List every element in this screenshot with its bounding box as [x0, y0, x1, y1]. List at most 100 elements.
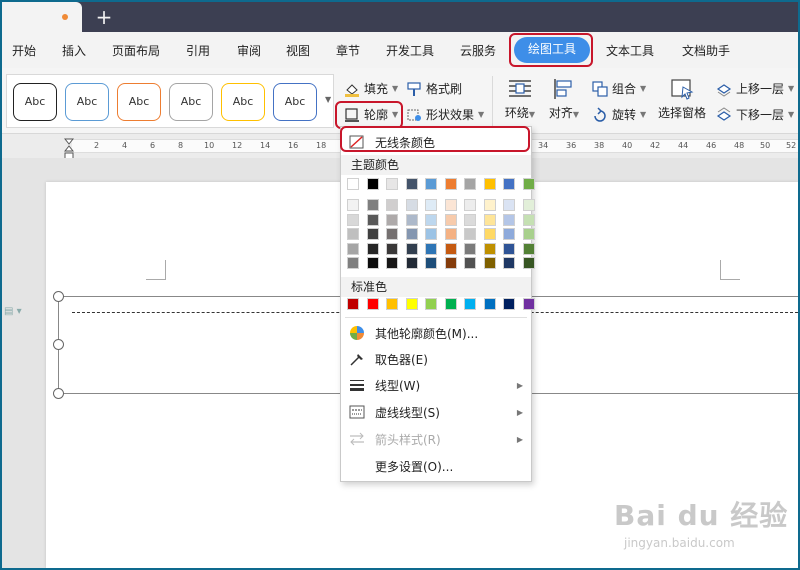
line-style-item[interactable]: 线型(W) ▶ — [341, 372, 531, 398]
theme-shade-swatch[interactable] — [347, 213, 359, 226]
theme-color-swatch[interactable] — [483, 178, 496, 190]
theme-shade-swatch[interactable] — [464, 228, 476, 240]
theme-shade-swatch[interactable] — [464, 242, 476, 255]
shape-style-5[interactable]: Abc — [221, 83, 265, 121]
theme-shade-swatch[interactable] — [347, 257, 359, 269]
standard-color-swatch[interactable] — [386, 298, 398, 310]
theme-shade-swatch[interactable] — [483, 257, 496, 269]
shape-style-2[interactable]: Abc — [65, 83, 109, 121]
theme-shade-swatch[interactable] — [483, 228, 496, 240]
resize-handle-bottom-left[interactable] — [53, 388, 64, 399]
theme-shade-swatch[interactable] — [425, 213, 437, 226]
theme-shade-swatch[interactable] — [444, 199, 457, 211]
menu-view[interactable]: 视图 — [286, 42, 310, 59]
send-backward-button[interactable]: 下移一层 ▼ — [716, 106, 794, 123]
theme-shade-swatch[interactable] — [347, 242, 359, 255]
theme-shade-swatch[interactable] — [347, 228, 359, 240]
theme-color-swatch[interactable] — [405, 178, 418, 190]
standard-color-swatch[interactable] — [366, 298, 379, 310]
theme-shade-swatch[interactable] — [425, 242, 437, 255]
wrap-button[interactable]: 环绕▼ — [500, 78, 540, 121]
theme-shade-swatch[interactable] — [522, 228, 535, 240]
theme-color-swatch[interactable] — [464, 178, 476, 190]
theme-shade-swatch[interactable] — [464, 213, 476, 226]
standard-color-swatch[interactable] — [464, 298, 476, 310]
more-outline-colors-item[interactable]: 其他轮廓颜色(M)... — [341, 320, 531, 346]
menu-text-tools[interactable]: 文本工具 — [606, 42, 654, 59]
theme-shade-swatch[interactable] — [464, 257, 476, 269]
menu-doc-assistant[interactable]: 文档助手 — [682, 42, 730, 59]
shape-effects-button[interactable]: 形状效果 ▼ — [406, 106, 484, 123]
standard-color-swatch[interactable] — [522, 298, 535, 310]
theme-shade-swatch[interactable] — [386, 257, 398, 269]
theme-shade-swatch[interactable] — [522, 199, 535, 211]
theme-color-swatch[interactable] — [347, 178, 359, 190]
standard-color-swatch[interactable] — [405, 298, 418, 310]
theme-shade-swatch[interactable] — [366, 213, 379, 226]
menu-references[interactable]: 引用 — [186, 42, 210, 59]
document-tab[interactable] — [2, 2, 82, 32]
theme-shade-swatch[interactable] — [347, 199, 359, 211]
theme-shade-swatch[interactable] — [483, 242, 496, 255]
theme-shade-swatch[interactable] — [405, 228, 418, 240]
theme-shade-swatch[interactable] — [444, 213, 457, 226]
theme-shade-swatch[interactable] — [425, 228, 437, 240]
theme-shade-swatch[interactable] — [503, 228, 515, 240]
resize-handle-middle-left[interactable] — [53, 339, 64, 350]
theme-color-swatch[interactable] — [386, 178, 398, 190]
theme-shade-swatch[interactable] — [503, 242, 515, 255]
theme-shade-swatch[interactable] — [366, 199, 379, 211]
standard-color-swatch[interactable] — [347, 298, 359, 310]
more-settings-item[interactable]: 更多设置(O)... — [341, 453, 531, 479]
theme-shade-swatch[interactable] — [386, 199, 398, 211]
theme-shade-swatch[interactable] — [386, 213, 398, 226]
theme-shade-swatch[interactable] — [503, 199, 515, 211]
theme-shade-swatch[interactable] — [503, 257, 515, 269]
theme-shade-swatch[interactable] — [405, 213, 418, 226]
standard-color-swatch[interactable] — [503, 298, 515, 310]
theme-shade-swatch[interactable] — [366, 257, 379, 269]
new-tab-plus-icon[interactable]: + — [94, 6, 114, 28]
format-painter-button[interactable]: 格式刷 — [406, 80, 462, 97]
theme-shade-swatch[interactable] — [444, 242, 457, 255]
shape-style-3[interactable]: Abc — [117, 83, 161, 121]
align-button[interactable]: 对齐▼ — [544, 78, 584, 121]
theme-shade-swatch[interactable] — [405, 242, 418, 255]
eyedropper-item[interactable]: 取色器(E) — [341, 346, 531, 372]
standard-color-swatch[interactable] — [483, 298, 496, 310]
standard-color-swatch[interactable] — [444, 298, 457, 310]
theme-color-swatch[interactable] — [366, 178, 379, 190]
theme-shade-swatch[interactable] — [444, 257, 457, 269]
dash-style-item[interactable]: 虚线线型(S) ▶ — [341, 399, 531, 425]
menu-review[interactable]: 审阅 — [237, 42, 261, 59]
standard-color-swatch[interactable] — [425, 298, 437, 310]
theme-color-swatch[interactable] — [444, 178, 457, 190]
fill-button[interactable]: 填充 ▼ — [344, 80, 398, 97]
theme-shade-swatch[interactable] — [503, 213, 515, 226]
menu-developer[interactable]: 开发工具 — [386, 42, 434, 59]
theme-shade-swatch[interactable] — [386, 242, 398, 255]
menu-insert[interactable]: 插入 — [62, 42, 86, 59]
rotate-button[interactable]: 旋转 ▼ — [592, 106, 646, 123]
selection-pane-button[interactable]: 选择窗格 — [656, 78, 708, 121]
theme-shade-swatch[interactable] — [464, 199, 476, 211]
theme-shade-swatch[interactable] — [522, 242, 535, 255]
theme-shade-swatch[interactable] — [425, 199, 437, 211]
theme-color-swatch[interactable] — [503, 178, 515, 190]
resize-handle-top-left[interactable] — [53, 291, 64, 302]
theme-shade-swatch[interactable] — [366, 228, 379, 240]
shape-style-6[interactable]: Abc — [273, 83, 317, 121]
theme-shade-swatch[interactable] — [366, 242, 379, 255]
menu-section[interactable]: 章节 — [336, 42, 360, 59]
theme-shade-swatch[interactable] — [386, 228, 398, 240]
theme-shade-swatch[interactable] — [444, 228, 457, 240]
theme-shade-swatch[interactable] — [405, 199, 418, 211]
theme-color-swatch[interactable] — [425, 178, 437, 190]
theme-color-swatch[interactable] — [522, 178, 535, 190]
shape-style-1[interactable]: Abc — [13, 83, 57, 121]
menu-home[interactable]: 开始 — [12, 42, 36, 59]
menu-cloud-services[interactable]: 云服务 — [460, 42, 496, 59]
shape-style-4[interactable]: Abc — [169, 83, 213, 121]
theme-shade-swatch[interactable] — [522, 213, 535, 226]
theme-shade-swatch[interactable] — [425, 257, 437, 269]
